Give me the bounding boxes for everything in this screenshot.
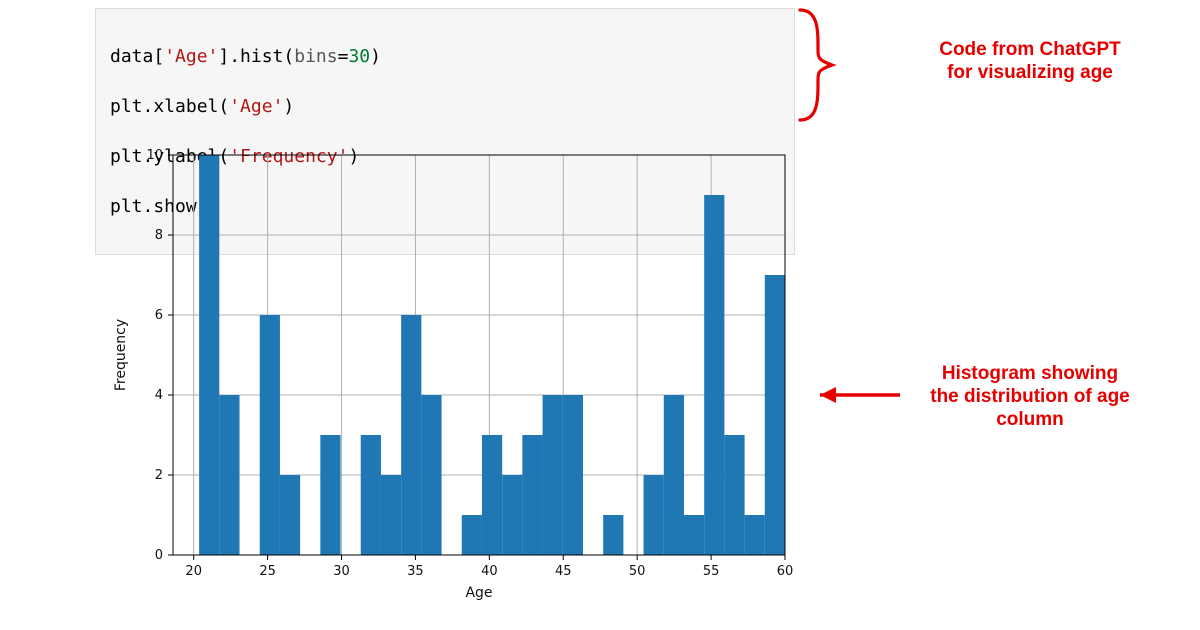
- histogram-bar: [603, 515, 623, 555]
- ytick-label: 8: [155, 228, 163, 243]
- histogram-bar: [462, 515, 482, 555]
- code-token: ): [283, 96, 294, 117]
- xtick-label: 35: [407, 564, 424, 579]
- histogram-bar: [745, 515, 765, 555]
- code-line-1: data['Age'].hist(bins=30): [110, 44, 780, 69]
- code-token-string: 'Age': [229, 96, 283, 117]
- histogram-bar: [522, 435, 542, 555]
- xtick-label: 25: [259, 564, 276, 579]
- code-token-string: 'Age': [164, 46, 218, 67]
- code-token-kwarg: bins: [294, 46, 337, 67]
- histogram-bar: [361, 435, 381, 555]
- xtick-label: 50: [629, 564, 646, 579]
- code-token: plt.xlabel(: [110, 96, 229, 117]
- histogram-bar: [644, 475, 664, 555]
- histogram-bar: [765, 275, 785, 555]
- xtick-label: 20: [185, 564, 202, 579]
- annotation-code-label: Code from ChatGPT for visualizing age: [900, 38, 1160, 84]
- histogram-bar: [280, 475, 300, 555]
- annotation-hist-label: Histogram showing the distribution of ag…: [900, 362, 1160, 431]
- histogram-bar: [401, 315, 421, 555]
- x-axis-label: Age: [465, 585, 492, 601]
- code-token-number: 30: [348, 46, 370, 67]
- histogram-bar: [563, 395, 583, 555]
- histogram-svg: 20 25 30 35 40 45 50 55 60 0 2 4 6 8 10 Age Frequency: [95, 140, 795, 610]
- histogram-bar: [704, 195, 724, 555]
- histogram-bar: [482, 435, 502, 555]
- ytick-label: 4: [155, 388, 163, 403]
- y-axis-label: Frequency: [113, 319, 129, 391]
- histogram-bar: [320, 435, 340, 555]
- histogram-bar: [664, 395, 684, 555]
- xtick-label: 40: [481, 564, 498, 579]
- code-token: =: [338, 46, 349, 67]
- histogram-bar: [724, 435, 744, 555]
- ytick-label: 2: [155, 468, 163, 483]
- histogram-bar: [381, 475, 401, 555]
- brace-icon: [800, 10, 832, 120]
- histogram-bar: [199, 155, 219, 555]
- code-line-2: plt.xlabel('Age'): [110, 94, 780, 119]
- xtick-label: 60: [777, 564, 794, 579]
- ytick-label: 10: [146, 148, 163, 163]
- histogram-bar: [502, 475, 522, 555]
- histogram-bar: [219, 395, 239, 555]
- xtick-label: 55: [703, 564, 720, 579]
- histogram-figure: 20 25 30 35 40 45 50 55 60 0 2 4 6 8 10 Age Frequency: [95, 140, 795, 610]
- histogram-bar: [543, 395, 563, 555]
- code-token: ): [370, 46, 381, 67]
- histogram-bar: [421, 395, 441, 555]
- ytick-label: 6: [155, 308, 163, 323]
- arrow-head-icon: [820, 387, 836, 403]
- code-token: ].hist(: [218, 46, 294, 67]
- xtick-label: 45: [555, 564, 572, 579]
- ytick-label: 0: [155, 548, 163, 563]
- xtick-label: 30: [333, 564, 350, 579]
- histogram-bar: [684, 515, 704, 555]
- histogram-bar: [260, 315, 280, 555]
- code-token: data[: [110, 46, 164, 67]
